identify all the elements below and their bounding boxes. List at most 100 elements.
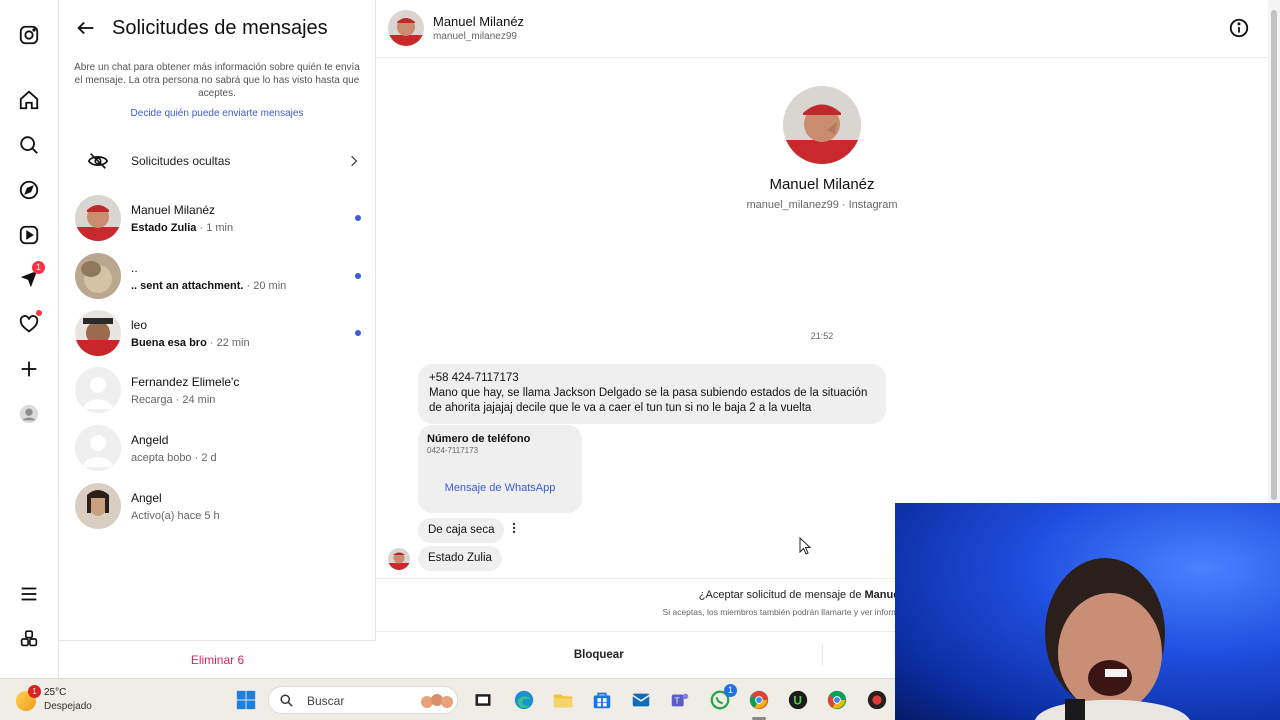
svg-text:U: U (793, 694, 802, 708)
apps-icon[interactable] (17, 627, 41, 651)
weather-badge: 1 (28, 685, 41, 698)
card-title: Número de teléfono (427, 433, 531, 445)
decide-who-link[interactable]: Decide quién puede enviarte mensajes (73, 108, 361, 119)
conversation-row[interactable]: Angel Activo(a) hace 5 h (75, 481, 361, 531)
conversation-name: Fernandez Elimele'c (131, 374, 240, 389)
utorrent-icon[interactable]: U (785, 687, 811, 713)
instagram-logo-icon[interactable] (17, 23, 41, 47)
edge-browser-icon[interactable] (511, 687, 537, 713)
page-title: Solicitudes de mensajes (112, 16, 328, 39)
explore-icon[interactable] (17, 178, 41, 202)
file-explorer-icon[interactable] (550, 687, 576, 713)
back-arrow-icon[interactable] (75, 17, 97, 39)
profile-avatar[interactable] (783, 86, 861, 164)
conversation-preview: Recarga · 24 min (131, 393, 216, 406)
search-icon[interactable] (17, 133, 41, 157)
app-icon[interactable] (864, 687, 890, 713)
chevron-right-icon (351, 155, 358, 167)
whatsapp-message-link[interactable]: Mensaje de WhatsApp (418, 482, 582, 494)
whatsapp-icon[interactable]: 1 (707, 684, 737, 713)
search-highlight-icon (421, 694, 453, 708)
avatar (75, 367, 121, 413)
avatar[interactable] (388, 10, 424, 46)
more-options-icon[interactable] (510, 520, 518, 536)
conversation-row[interactable]: Manuel Milanéz Estado Zulia · 1 min (75, 193, 361, 243)
message-timestamp: 21:52 (810, 331, 834, 341)
message-bubble: De caja seca (418, 518, 505, 543)
conversation-row[interactable]: .. .. sent an attachment. · 20 min (75, 251, 361, 301)
svg-text:T: T (675, 697, 680, 706)
avatar (75, 195, 121, 241)
message-text: Mano que hay, se llama Jackson Delgado s… (429, 387, 868, 414)
conversation-preview: Activo(a) hace 5 h (131, 509, 220, 522)
whatsapp-badge: 1 (724, 684, 737, 697)
reels-icon[interactable] (17, 223, 41, 247)
notifications-icon[interactable] (17, 310, 42, 336)
profile-username: manuel_milanez99 · Instagram (746, 199, 898, 211)
chat-header-username: manuel_milanez99 (433, 31, 517, 42)
block-button[interactable]: Bloquear (376, 632, 822, 678)
card-number: 0424-7117173 (427, 446, 479, 455)
chrome-profile-icon[interactable] (824, 687, 850, 713)
hidden-requests-row[interactable]: Solicitudes ocultas (75, 139, 361, 183)
profile-name: Manuel Milanéz (769, 176, 875, 193)
webcam-overlay (895, 503, 1280, 720)
taskbar-search[interactable]: Buscar (268, 686, 458, 714)
search-placeholder: Buscar (307, 694, 345, 708)
conversation-preview: Estado Zulia · 1 min (131, 221, 234, 234)
weather-widget[interactable]: 1 25°C Despejado (16, 685, 106, 715)
conversation-preview: Buena esa bro · 22 min (131, 336, 250, 349)
chrome-icon[interactable] (746, 687, 772, 713)
messages-badge: 1 (32, 261, 45, 274)
windows-taskbar: 1 25°C Despejado Buscar T 1 U (0, 678, 895, 720)
avatar (75, 253, 121, 299)
task-view-icon[interactable] (470, 687, 496, 713)
home-icon[interactable] (17, 88, 41, 112)
unread-dot (355, 330, 361, 336)
weather-temperature: 25°C (44, 687, 67, 698)
message-bubble: +58 424-7117173 Mano que hay, se llama J… (418, 364, 886, 424)
conversation-name: Angeld (131, 432, 169, 447)
message-phone: +58 424-7117173 (429, 372, 519, 384)
delete-all-button[interactable]: Eliminar 6 (59, 640, 376, 678)
conversation-row[interactable]: Angeld acepta bobo · 2 d (75, 423, 361, 473)
menu-icon[interactable] (17, 582, 41, 606)
conversation-row[interactable]: leo Buena esa bro · 22 min (75, 308, 361, 358)
list-header: Solicitudes de mensajes (75, 14, 328, 42)
conversation-preview: .. sent an attachment. · 20 min (131, 279, 287, 292)
teams-icon[interactable]: T (667, 687, 693, 713)
avatar (75, 310, 121, 356)
sender-avatar (388, 548, 410, 570)
conversation-name: Angel (131, 490, 162, 505)
webcam-person-image (1035, 558, 1190, 720)
profile-summary: Manuel Milanéz manuel_milanez99 · Instag… (376, 86, 1268, 211)
avatar (75, 425, 121, 471)
notification-dot (36, 310, 42, 316)
outlook-icon[interactable] (628, 687, 654, 713)
requests-info-text: Abre un chat para obtener más informació… (74, 62, 360, 99)
profile-icon[interactable] (17, 402, 41, 426)
windows-start-icon[interactable] (233, 687, 259, 713)
chat-header: Manuel Milanéz manuel_milanez99 (376, 0, 1268, 58)
nav-rail: 1 (0, 0, 59, 678)
messages-icon[interactable]: 1 (17, 261, 45, 291)
conversation-name: .. (131, 260, 138, 275)
eye-off-icon (75, 139, 121, 183)
info-icon[interactable] (1228, 17, 1250, 39)
microsoft-store-icon[interactable] (589, 687, 615, 713)
message-bubble: Estado Zulia (418, 546, 502, 571)
conversation-preview: acepta bobo · 2 d (131, 451, 217, 464)
unread-dot (355, 215, 361, 221)
conversation-name: leo (131, 317, 148, 332)
mouse-cursor-icon (799, 537, 811, 555)
chat-header-name[interactable]: Manuel Milanéz (433, 14, 524, 29)
message-requests-panel: Solicitudes de mensajes Abre un chat par… (59, 0, 376, 678)
phone-number-card: Número de teléfono 0424-7117173 Mensaje … (418, 425, 582, 513)
conversation-row[interactable]: Fernandez Elimele'c Recarga · 24 min (75, 365, 361, 415)
scrollbar-thumb[interactable] (1271, 10, 1277, 500)
avatar (75, 483, 121, 529)
search-icon (280, 694, 293, 707)
create-icon[interactable] (17, 357, 41, 381)
hidden-requests-label: Solicitudes ocultas (131, 154, 231, 168)
unread-dot (355, 273, 361, 279)
